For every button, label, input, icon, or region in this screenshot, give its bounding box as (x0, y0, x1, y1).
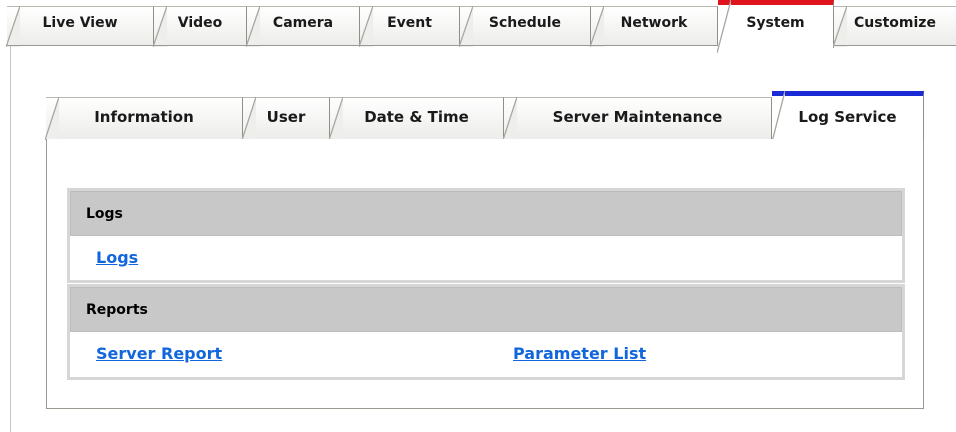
subtab-label: Information (94, 107, 194, 126)
subtab-user[interactable]: User (242, 97, 330, 140)
tab-underline (7, 45, 718, 46)
subtab-log-service[interactable]: Log Service (771, 91, 924, 146)
tab-event[interactable]: Event (359, 6, 460, 47)
subtab-label: Log Service (798, 107, 897, 126)
tab-label: Live View (42, 14, 118, 31)
tab-live-view[interactable]: Live View (6, 6, 154, 47)
tab-video[interactable]: Video (153, 6, 247, 47)
logs-section-body: Logs (70, 236, 902, 280)
tab-schedule[interactable]: Schedule (459, 6, 591, 47)
reports-section-body: Server Report Parameter List (70, 332, 902, 376)
tab-label: Schedule (488, 14, 562, 31)
subtab-label: User (266, 107, 306, 126)
tab-label: Event (387, 14, 432, 31)
log-service-panel: Logs Logs Reports Server Report Paramete… (46, 139, 924, 409)
subtab-server-maintenance[interactable]: Server Maintenance (503, 97, 772, 140)
subtab-label: Date & Time (364, 107, 469, 126)
tab-label: Video (177, 14, 223, 31)
tab-label: Customize (854, 14, 936, 31)
subtab-label: Server Maintenance (552, 107, 723, 126)
logs-link[interactable]: Logs (96, 248, 138, 267)
tab-camera[interactable]: Camera (246, 6, 360, 47)
tab-label: Network (620, 14, 688, 31)
subtab-date-time[interactable]: Date & Time (329, 97, 504, 140)
reports-section-header: Reports (70, 287, 902, 332)
reports-section: Reports Server Report Parameter List (67, 284, 905, 380)
tab-label: System (746, 14, 805, 31)
tab-network[interactable]: Network (590, 6, 718, 47)
subtab-information[interactable]: Information (45, 97, 243, 140)
logs-section: Logs Logs (67, 188, 905, 283)
parameter-list-link[interactable]: Parameter List (513, 344, 646, 363)
content-left-border (10, 46, 11, 432)
tab-label: Camera (272, 14, 334, 31)
logs-section-header: Logs (70, 191, 902, 236)
tab-customize[interactable]: Customize (833, 6, 956, 47)
tab-system[interactable]: System (717, 0, 834, 53)
main-tab-bar: Live View Video Camera Event Schedule Ne… (0, 0, 956, 53)
server-report-link[interactable]: Server Report (96, 344, 222, 363)
tab-underline (834, 45, 956, 46)
